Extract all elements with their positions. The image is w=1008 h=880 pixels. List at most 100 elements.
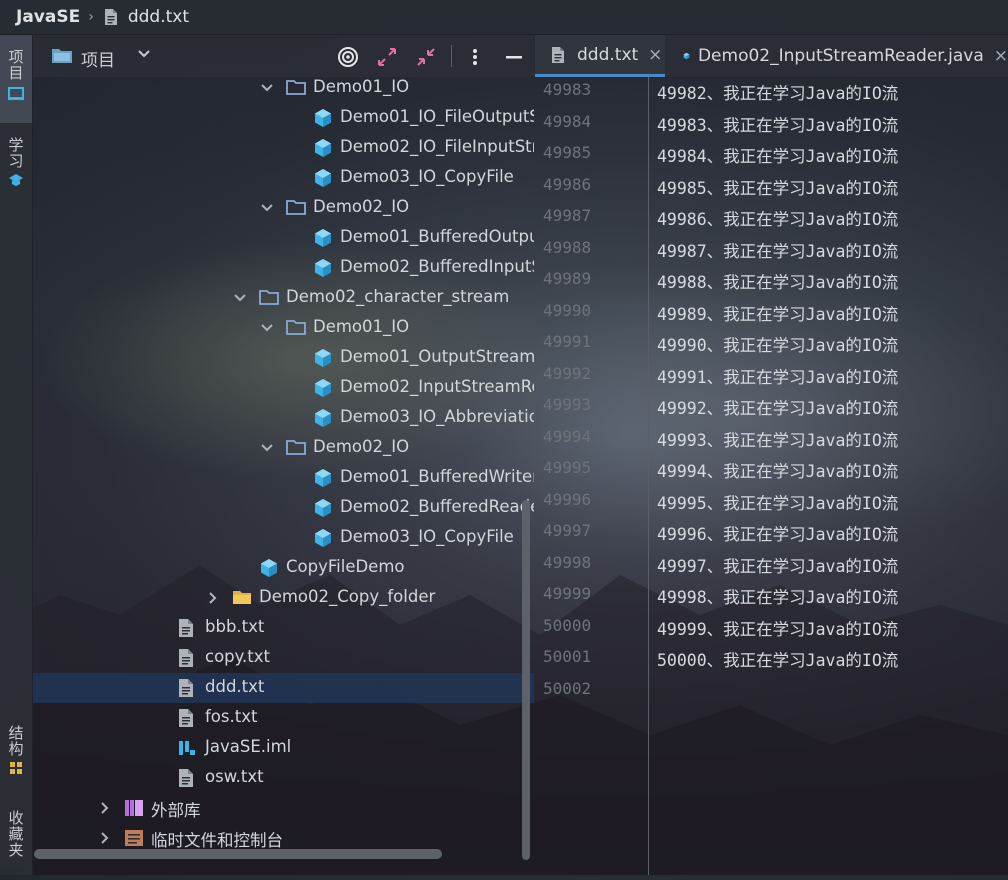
tree-item[interactable]: Demo02_Copy_folder xyxy=(33,583,534,613)
tree-item-label: Demo03_IO_Abbreviation_Copy xyxy=(340,407,534,426)
project-panel-title[interactable]: 项目 xyxy=(81,46,115,71)
line-text: 49993、我正在学习Java的IO流 xyxy=(657,430,899,450)
java-class-icon xyxy=(315,469,331,487)
tree-item[interactable]: Demo02_IO xyxy=(33,193,534,223)
tree-item-label: Demo01_BufferedOutputStream xyxy=(340,227,534,246)
chevron-down-icon[interactable] xyxy=(233,291,247,305)
toolbar-divider xyxy=(451,45,452,67)
tree-horizontal-scrollbar[interactable] xyxy=(34,849,442,859)
tree-item[interactable]: Demo02_IO xyxy=(33,433,534,463)
project-tool-tab[interactable]: 项目 xyxy=(0,35,32,123)
tree-item[interactable]: Demo02_IO_FileInputStream xyxy=(33,133,534,163)
tab-label: Demo02_InputStreamReader.java xyxy=(697,46,984,66)
tree-item[interactable]: JavaSE.iml xyxy=(33,733,534,763)
tree-item-label: 临时文件和控制台 xyxy=(151,831,283,850)
chevron-down-icon[interactable] xyxy=(137,49,151,59)
tree-vertical-scrollbar[interactable] xyxy=(522,500,530,860)
tree-item[interactable]: Demo01_OutputStreamWriter xyxy=(33,343,534,373)
line-number: 49995 xyxy=(543,458,592,477)
code-line: 49991 49990、我正在学习Java的IO流 xyxy=(535,327,1008,359)
tree-item[interactable]: Demo03_IO_CopyFile xyxy=(33,523,534,553)
chevron-right-icon[interactable] xyxy=(98,831,112,845)
left-tool-strip: 项目 学习 结构 收藏夹 xyxy=(0,35,33,875)
line-text: 49983、我正在学习Java的IO流 xyxy=(657,115,899,135)
learn-tool-tab[interactable]: 学习 xyxy=(0,137,32,197)
tree-item-label: Demo01_BufferedWriter xyxy=(340,467,534,486)
chevron-down-icon[interactable] xyxy=(260,441,274,455)
line-text: 49995、我正在学习Java的IO流 xyxy=(657,493,899,513)
line-number: 49988 xyxy=(543,237,592,257)
more-options-icon[interactable] xyxy=(467,46,483,68)
tree-item[interactable]: Demo02_InputStreamReader xyxy=(33,373,534,403)
tree-item[interactable]: Demo02_BufferedInputStream xyxy=(33,253,534,283)
favorites-tool-tab[interactable]: 收藏夹 xyxy=(0,810,32,880)
tree-item-label: Demo02_IO_FileInputStream xyxy=(340,137,534,156)
tree-item-label: copy.txt xyxy=(205,647,271,666)
tree-item[interactable]: Demo02_character_stream xyxy=(33,283,534,313)
tree-item-label: Demo02_IO xyxy=(313,437,410,456)
project-folder-icon xyxy=(52,49,72,63)
java-class-icon xyxy=(315,349,331,367)
tree-item[interactable]: bbb.txt xyxy=(33,613,534,643)
tree-item[interactable]: Demo01_IO xyxy=(33,77,534,103)
tree-item[interactable]: Demo01_BufferedWriter xyxy=(33,463,534,493)
line-number: 49999 xyxy=(543,584,592,603)
tree-item-label: CopyFileDemo xyxy=(286,557,405,576)
tree-item[interactable]: Demo01_BufferedOutputStream xyxy=(33,223,534,253)
java-class-icon xyxy=(315,409,331,427)
hide-panel-icon[interactable] xyxy=(505,46,523,68)
breadcrumb-file[interactable]: ddd.txt xyxy=(128,7,189,27)
chevron-down-icon[interactable] xyxy=(260,201,274,215)
tree-item[interactable]: ddd.txt xyxy=(33,673,534,703)
tree-item[interactable]: Demo01_IO_FileOutputStream xyxy=(33,103,534,133)
line-text: 49986、我正在学习Java的IO流 xyxy=(657,210,899,229)
tree-item-label: Demo02_BufferedInputStream xyxy=(340,257,534,276)
code-line: 50000 49999、我正在学习Java的IO流 xyxy=(535,611,1008,643)
tree-item[interactable]: osw.txt xyxy=(33,763,534,793)
chevron-right-icon[interactable] xyxy=(206,591,220,605)
line-text: 49982、我正在学习Java的IO流 xyxy=(657,84,899,103)
tree-item[interactable]: fos.txt xyxy=(33,703,534,733)
close-icon[interactable]: × xyxy=(648,45,662,65)
tree-item[interactable]: Demo03_IO_CopyFile xyxy=(33,163,534,193)
text-file-icon xyxy=(179,679,193,697)
structure-tool-tab[interactable]: 结构 xyxy=(0,725,32,785)
expand-all-icon[interactable] xyxy=(376,46,398,68)
java-class-icon xyxy=(315,499,331,517)
line-number: 49993 xyxy=(543,395,592,414)
tree-item-label: Demo02_BufferedReader xyxy=(340,497,534,516)
code-line: 49992 49991、我正在学习Java的IO流 xyxy=(535,359,1008,391)
line-number: 49984 xyxy=(543,111,592,131)
close-icon[interactable]: × xyxy=(994,46,1008,66)
tab-demo02-inputstreamreader[interactable]: Demo02_InputStreamReader.java × xyxy=(667,35,1008,77)
java-class-icon xyxy=(315,379,331,397)
tree-item[interactable]: 外部库 xyxy=(33,793,534,823)
tree-item-label: Demo02_IO xyxy=(313,197,410,216)
chevron-right-icon[interactable] xyxy=(98,801,112,815)
tree-item[interactable]: Demo02_BufferedReader xyxy=(33,493,534,523)
line-text: 49992、我正在学习Java的IO流 xyxy=(657,399,899,418)
code-line: 49994 49993、我正在学习Java的IO流 xyxy=(535,422,1008,454)
chevron-down-icon[interactable] xyxy=(260,81,274,95)
tree-item-label: bbb.txt xyxy=(205,617,265,636)
chevron-down-icon[interactable] xyxy=(260,321,274,335)
tab-ddd-txt[interactable]: ddd.txt × xyxy=(535,35,665,77)
tree-item[interactable]: CopyFileDemo xyxy=(33,553,534,583)
line-number: 49991 xyxy=(543,332,592,351)
line-text: 49984、我正在学习Java的IO流 xyxy=(657,147,899,166)
structure-tool-label: 结构 xyxy=(6,725,25,757)
tree-item[interactable]: Demo01_IO xyxy=(33,313,534,343)
locate-file-icon[interactable] xyxy=(337,46,359,68)
tree-item-label: Demo01_IO_FileOutputStream xyxy=(340,107,534,126)
tree-item-label: Demo01_IO xyxy=(313,77,410,96)
tree-item-label: fos.txt xyxy=(205,707,258,726)
tree-item[interactable]: copy.txt xyxy=(33,643,534,673)
code-view[interactable]: 49983 49982、我正在学习Java的IO流 49984 49983、我正在学习… xyxy=(535,75,1008,875)
collapse-all-icon[interactable] xyxy=(415,46,437,68)
text-file-icon xyxy=(179,649,193,667)
tree-item[interactable]: Demo03_IO_Abbreviation_Copy xyxy=(33,403,534,433)
breadcrumb-chevron-icon: › xyxy=(88,9,94,25)
folder-icon xyxy=(286,440,306,455)
line-number: 49994 xyxy=(543,426,592,446)
breadcrumb-project[interactable]: JavaSE xyxy=(16,7,80,27)
